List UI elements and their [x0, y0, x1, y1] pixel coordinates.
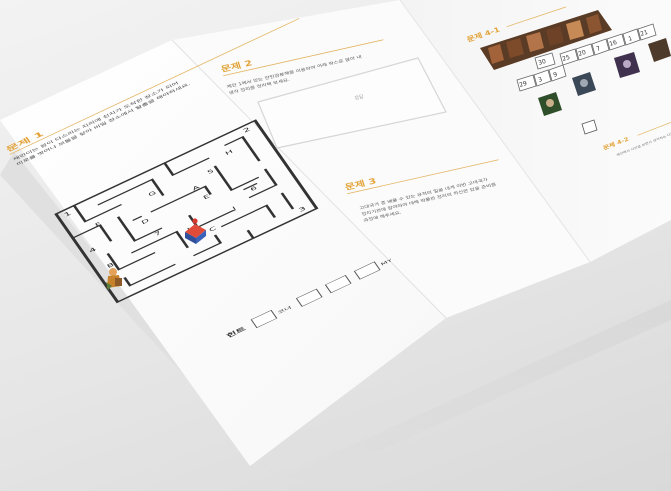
portrait-face-1 — [546, 99, 554, 107]
portrait-face-3 — [623, 60, 631, 68]
portrait-face-2 — [580, 79, 588, 87]
brochure-photo: 문제 1 재민이는 왕이 다스리는 지리에 친지가 도착한 장소가 되어 미로를… — [0, 0, 671, 491]
